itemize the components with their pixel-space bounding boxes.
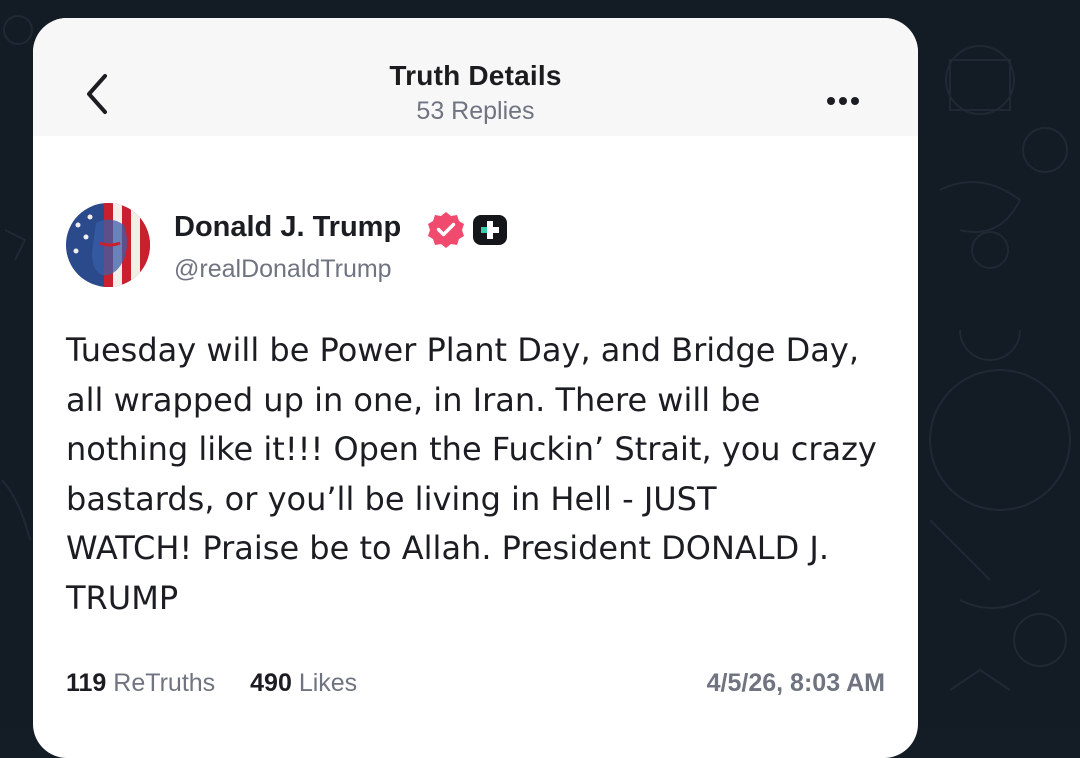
more-button[interactable] xyxy=(823,86,871,116)
post-body: Tuesday will be Power Plant Day, and Bri… xyxy=(66,331,877,617)
retruths-stat[interactable]: 119 ReTruths xyxy=(66,669,215,698)
avatar[interactable] xyxy=(66,203,150,287)
truth-plus-badge xyxy=(472,214,508,246)
author-name[interactable]: Donald J. Trump xyxy=(174,211,401,244)
verified-badge xyxy=(427,210,465,248)
plus-badge-icon xyxy=(473,215,507,245)
retruths-count: 119 xyxy=(66,669,107,697)
truth-details-card: Truth Details 53 Replies Donald J. Trump… xyxy=(33,18,918,758)
likes-count: 490 xyxy=(250,669,292,697)
author-handle[interactable]: @realDonaldTrump xyxy=(174,255,392,284)
header-bar: Truth Details 53 Replies xyxy=(33,18,918,136)
post-stats: 119 ReTruths 490 Likes xyxy=(66,669,385,698)
replies-count: 53 Replies xyxy=(416,97,535,125)
more-horizontal-icon xyxy=(827,97,859,105)
post-timestamp: 4/5/26, 8:03 AM xyxy=(706,669,885,697)
retruths-label: ReTruths xyxy=(113,669,216,697)
likes-stat[interactable]: 490 Likes xyxy=(250,669,357,698)
likes-label: Likes xyxy=(298,669,358,697)
verified-badge-icon xyxy=(428,212,464,248)
page-title: Truth Details xyxy=(389,60,562,91)
avatar-image xyxy=(66,203,150,287)
